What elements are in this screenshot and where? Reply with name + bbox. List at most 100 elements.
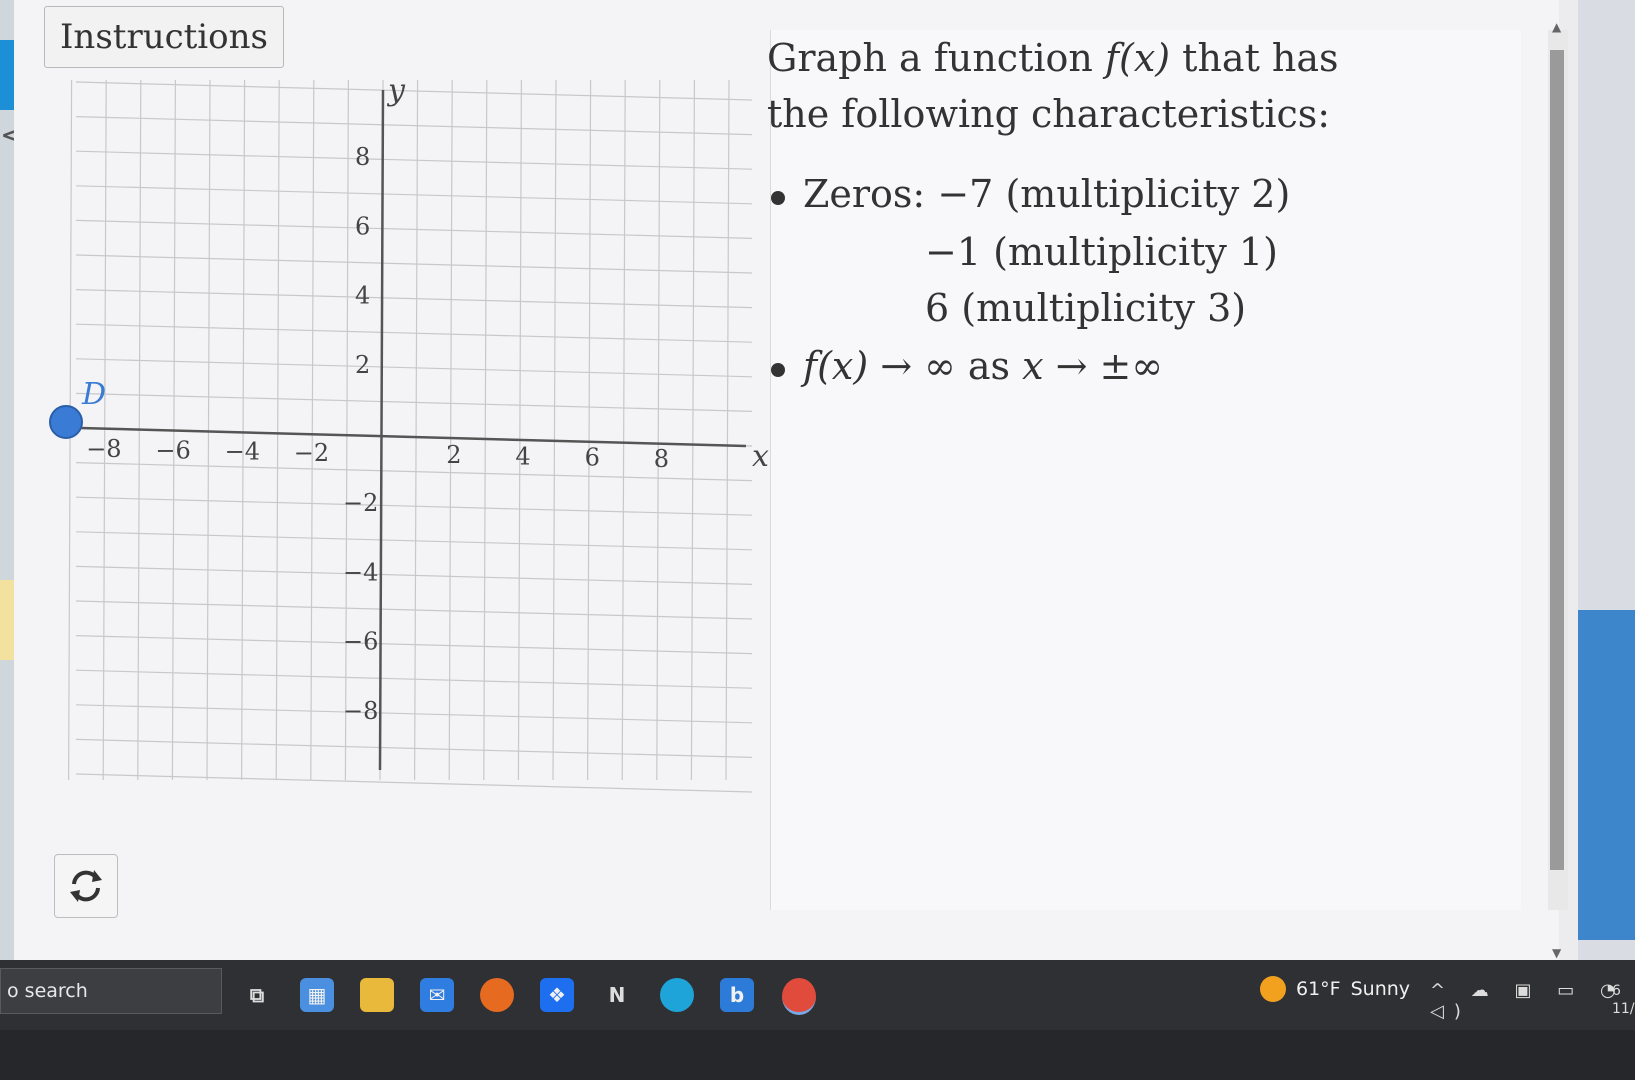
y-tick-label: −2: [343, 489, 378, 517]
grid-line-horizontal: [75, 462, 753, 482]
y-tick-label: 6: [355, 212, 370, 240]
end-behavior-row: f(x) → ∞ as x → ±∞: [771, 344, 1163, 388]
x-tick-label: −6: [155, 436, 190, 464]
end-behavior-direction: → ±∞: [1043, 344, 1164, 388]
grid-line-horizontal: [75, 323, 753, 343]
bullet-icon: [771, 362, 785, 377]
x-axis-label: x: [752, 439, 769, 474]
grid-line-vertical: [586, 79, 592, 781]
system-tray-icons[interactable]: ^ ☁ ▣ ▭ ◔ ◁): [1430, 980, 1635, 1022]
store-icon[interactable]: ▦: [300, 978, 334, 1012]
x-tick-label: −4: [225, 438, 260, 466]
zeros-row-2: −1 (multiplicity 1): [925, 230, 1278, 274]
zero-2-multiplicity: (multiplicity 1): [993, 230, 1278, 274]
prompt-line1-post: that has: [1170, 36, 1339, 80]
y-tick-label: −4: [343, 558, 378, 586]
zero-2-value: −1: [925, 230, 982, 274]
x-tick-label: 8: [654, 445, 669, 473]
scroll-down-arrow-icon[interactable]: ▼: [1552, 946, 1561, 960]
grid-line-vertical: [690, 79, 696, 781]
grid-line-vertical: [102, 79, 107, 781]
grid-line-horizontal: [75, 392, 753, 412]
grid-line-vertical: [621, 79, 626, 781]
grid-line-horizontal: [75, 635, 753, 655]
reset-button[interactable]: [54, 854, 118, 918]
refresh-icon: [70, 870, 102, 902]
x-tick-label: −8: [86, 435, 121, 463]
grid-line-horizontal: [75, 254, 753, 274]
scrollbar-thumb[interactable]: [1550, 50, 1564, 870]
dropbox-icon[interactable]: ❖: [540, 978, 574, 1012]
notion-icon[interactable]: N: [600, 978, 634, 1012]
prompt-text: Graph a function f(x) that has the follo…: [767, 30, 1339, 142]
end-behavior-function: f(x): [803, 344, 869, 388]
scroll-up-arrow-icon[interactable]: ▲: [1552, 20, 1561, 34]
firefox-icon[interactable]: [480, 978, 514, 1012]
prompt-function-name: f(x): [1104, 36, 1171, 80]
grid-line-horizontal: [75, 531, 753, 551]
edge-icon[interactable]: [660, 978, 694, 1012]
sun-icon: [1260, 976, 1286, 1002]
x-tick-label: 2: [446, 441, 461, 469]
app-area: Instructions −8 −6 −4 −2 2 4 6 8 8 6 4 2 −2 −4 −6 −8 y…: [14, 0, 1559, 960]
grid-line-vertical: [310, 79, 315, 781]
x-tick-label: 4: [515, 442, 530, 470]
monitor-bezel: [0, 1030, 1635, 1080]
coordinate-grid[interactable]: −8 −6 −4 −2 2 4 6 8 8 6 4 2 −2 −4 −6 −8 y x D: [40, 70, 800, 810]
vertical-scrollbar[interactable]: [1548, 30, 1568, 910]
y-tick-label: −6: [343, 628, 378, 656]
clock[interactable]: 6 11/: [1612, 982, 1635, 1018]
prompt-line2: the following characteristics:: [767, 92, 1331, 136]
x-tick-label: −2: [294, 439, 329, 467]
zero-3-value: 6: [925, 286, 950, 330]
zero-3-multiplicity: (multiplicity 3): [961, 286, 1247, 330]
grid-line-horizontal: [75, 150, 753, 170]
x-tick-label: 6: [585, 444, 600, 472]
grid-line-horizontal: [75, 185, 753, 205]
graph-area[interactable]: −8 −6 −4 −2 2 4 6 8 8 6 4 2 −2 −4 −6 −8 y x D: [40, 70, 800, 810]
bullet-icon: [771, 190, 785, 205]
grid-line-horizontal: [75, 289, 753, 309]
zeros-row-3: 6 (multiplicity 3): [925, 286, 1246, 330]
point-label: D: [81, 377, 106, 412]
grid-line-horizontal: [75, 565, 753, 585]
mail-icon[interactable]: ✉: [420, 978, 454, 1012]
zero-1-multiplicity: (multiplicity 2): [1005, 172, 1291, 216]
clock-date: 11/: [1612, 1001, 1635, 1017]
taskbar-search-input[interactable]: o search: [0, 968, 222, 1014]
end-behavior-limit: → ∞ as: [868, 344, 1023, 388]
zeros-row-1: Zeros: −7 (multiplicity 2): [771, 172, 1290, 216]
clock-time: 6: [1612, 983, 1621, 999]
draggable-point-d[interactable]: [49, 405, 83, 439]
zeros-label: Zeros:: [803, 172, 926, 216]
right-window-strip: [1578, 0, 1635, 960]
grid-line-horizontal: [75, 704, 753, 724]
bing-icon[interactable]: b: [720, 978, 754, 1012]
grid-line-vertical: [414, 79, 419, 781]
grid-line-horizontal: [75, 219, 753, 239]
prompt-line1-pre: Graph a function: [767, 36, 1105, 80]
grid-line-horizontal: [75, 358, 753, 378]
prompt-panel: Graph a function f(x) that has the follo…: [767, 30, 1521, 910]
y-tick-label: 2: [355, 351, 370, 379]
grid-line-vertical: [517, 79, 522, 781]
instructions-button[interactable]: Instructions: [44, 6, 284, 68]
y-tick-label: 8: [355, 143, 370, 171]
grid-line-horizontal: [75, 600, 753, 620]
grid-line-vertical: [483, 79, 488, 781]
weather-widget[interactable]: 61°F Sunny: [1260, 976, 1410, 1002]
weather-condition: Sunny: [1350, 978, 1411, 1000]
chrome-icon[interactable]: [782, 978, 816, 1015]
grid-line-vertical: [344, 79, 349, 781]
y-tick-label: 4: [355, 282, 370, 310]
task-view-icon[interactable]: ⧉: [240, 978, 274, 1012]
taskbar: o search ⧉ ▦ ✉ ❖ N b 61°F Sunny ^ ☁ ▣ ▭ …: [0, 960, 1635, 1030]
grid-line-horizontal: [75, 669, 753, 689]
y-tick-label: −8: [343, 697, 378, 725]
end-behavior-variable: x: [1022, 344, 1044, 388]
grid-line-horizontal: [75, 738, 753, 758]
grid-line-horizontal: [75, 773, 753, 793]
grid-line-vertical: [725, 79, 730, 781]
file-explorer-icon[interactable]: [360, 978, 394, 1012]
grid-line-horizontal: [75, 496, 753, 516]
